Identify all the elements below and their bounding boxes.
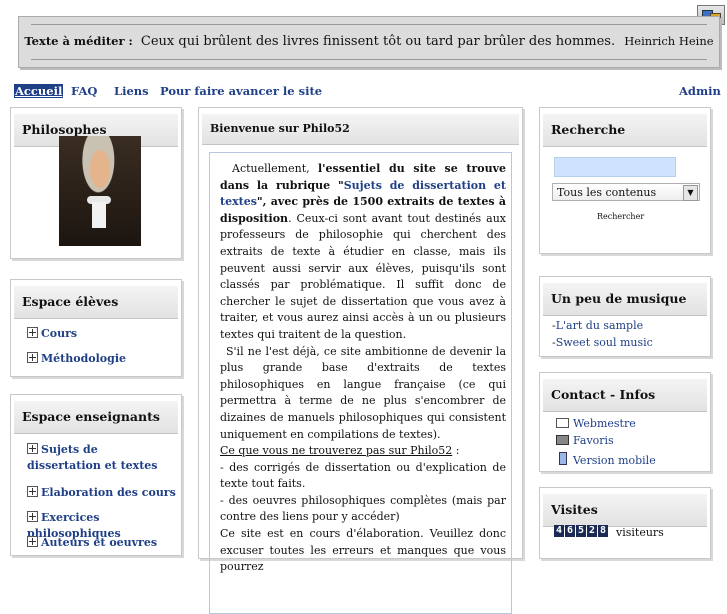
list-item[interactable]: -L'art du sample <box>552 318 653 335</box>
nav-avancer[interactable]: Pour faire avancer le site <box>160 84 322 98</box>
contact-panel: Contact - Infos Webmestre Favoris Versio… <box>539 372 711 472</box>
musique-panel: Un peu de musique -L'art du sample -Swee… <box>539 276 711 357</box>
phone-icon <box>559 452 567 465</box>
expand-icon[interactable] <box>27 327 38 338</box>
book-icon <box>556 435 569 445</box>
enseignants-title: Espace enseignants <box>14 401 178 434</box>
expand-icon[interactable] <box>27 536 38 547</box>
expand-icon[interactable] <box>27 486 38 497</box>
visites-title: Visites <box>543 494 707 527</box>
quote-text: Ceux qui brûlent des livres finissent tô… <box>140 34 616 49</box>
search-button[interactable]: Rechercher <box>597 212 644 221</box>
envelope-icon <box>556 418 569 428</box>
visit-counter: 4 6 5 2 8 <box>554 525 608 537</box>
recherche-title: Recherche <box>543 114 707 147</box>
webmestre-link[interactable]: Webmestre <box>556 417 636 430</box>
sidebar-item-auteurs[interactable]: Auteurs et oeuvres <box>27 535 157 551</box>
espace-eleves-panel: Espace élèves Cours Méthodologie <box>10 279 182 377</box>
contact-title: Contact - Infos <box>543 379 707 412</box>
sidebar-item-sujets[interactable]: Sujets de dissertation et textes <box>27 442 173 474</box>
quote-label: Texte à méditer : <box>24 34 133 48</box>
nav-admin[interactable]: Admin <box>679 84 721 98</box>
welcome-title: Bienvenue sur Philo52 <box>202 114 519 145</box>
sidebar-item-cours[interactable]: Cours <box>27 326 77 342</box>
nav-accueil[interactable]: Accueil <box>14 84 64 98</box>
favoris-link[interactable]: Favoris <box>556 434 614 447</box>
visit-label: visiteurs <box>616 526 664 539</box>
chevron-down-icon[interactable]: ▼ <box>683 185 698 201</box>
search-scope-select[interactable]: Tous les contenus ▼ <box>552 183 700 201</box>
welcome-panel: Bienvenue sur Philo52 Actuellement, l'es… <box>198 107 523 614</box>
nav-faq[interactable]: FAQ <box>71 84 97 98</box>
nav-liens[interactable]: Liens <box>114 84 149 98</box>
philosopher-portrait[interactable] <box>59 136 141 246</box>
sidebar-item-methodologie[interactable]: Méthodologie <box>27 351 126 367</box>
mobile-link[interactable]: Version mobile <box>556 451 656 467</box>
visites-panel: Visites 4 6 5 2 8 visiteurs <box>539 487 711 559</box>
welcome-text: Actuellement, l'essentiel du site se tro… <box>220 162 506 574</box>
expand-icon[interactable] <box>27 443 38 454</box>
sidebar-item-elaboration[interactable]: Elaboration des cours <box>27 485 176 501</box>
recherche-panel: Recherche Tous les contenus ▼ Rechercher <box>539 107 711 254</box>
musique-title: Un peu de musique <box>543 283 707 316</box>
espace-enseignants-panel: Espace enseignants Sujets de dissertatio… <box>10 394 182 556</box>
quote-banner: Texte à méditer : Ceux qui brûlent des l… <box>18 16 720 68</box>
expand-icon[interactable] <box>27 352 38 363</box>
expand-icon[interactable] <box>27 511 38 522</box>
quote-author: Heinrich Heine <box>624 34 714 48</box>
search-input[interactable] <box>554 157 676 177</box>
philosophes-panel: Philosophes <box>10 107 182 259</box>
list-item[interactable]: -Sweet soul music <box>552 335 653 352</box>
eleves-title: Espace élèves <box>14 286 178 319</box>
